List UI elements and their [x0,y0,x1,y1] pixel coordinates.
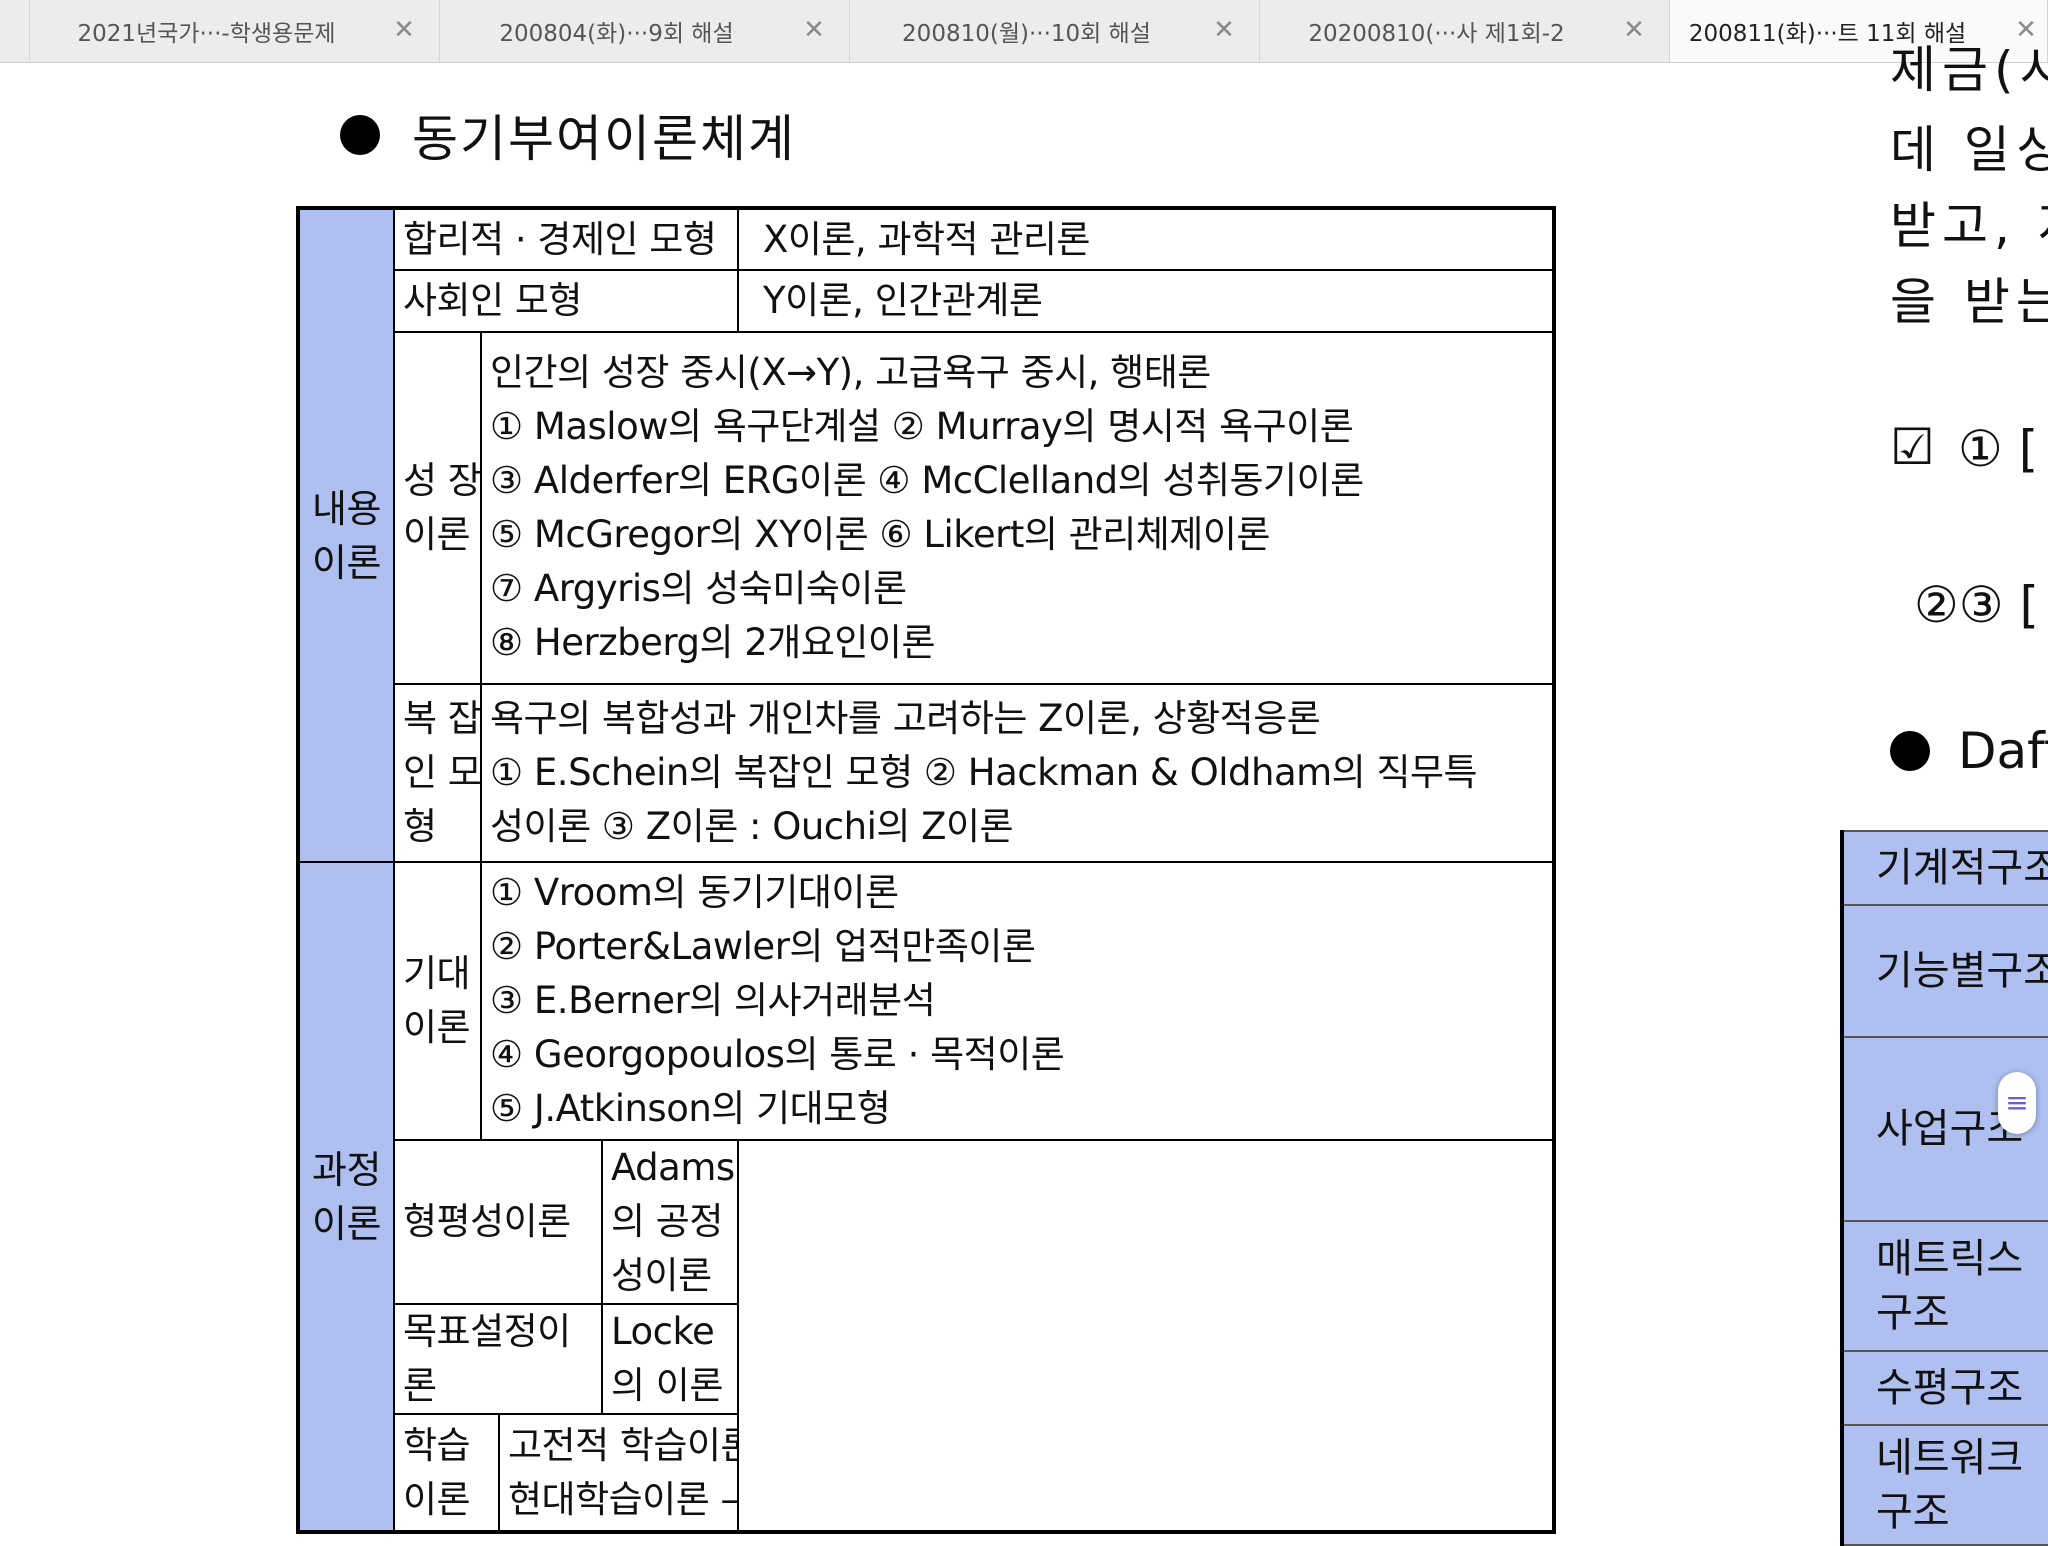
tab-title: 200810(월)···10회 해설 [902,21,1151,47]
close-icon[interactable]: ✕ [1617,12,1651,48]
motivation-theory-table: 내용 이론 합리적 · 경제인 모형 X이론, 과학적 관리론 사회인 모형 Y… [296,206,1556,1534]
tab-2[interactable]: 200804(화)···9회 해설 ✕ [440,0,850,62]
complex-model-list: 욕구의 복합성과 개인차를 고려하는 Z이론, 상황적응론 ① E.Schein… [480,683,1555,863]
learning-theory-list: 고전적 학습이론 – 조건화이론(Skinner의 강화이론) 현대학습이론 –… [498,1413,739,1533]
checkbox-icon[interactable]: ☑ [1890,418,1935,476]
right-page-line: 제금(시 [1890,41,2048,99]
goal-setting-label: 목표설정이론 [393,1303,603,1415]
structure-cell: 매트릭스 구조 [1842,1220,2048,1352]
section-heading: 동기부여이론체계 [340,100,796,170]
equity-theory-cell: Adams의 공정성이론 [601,1139,739,1305]
goal-setting-cell: Locke의 이론 [601,1303,739,1415]
close-icon[interactable]: ✕ [387,12,421,48]
right-page-line: 받고, 저 [1890,197,2048,255]
menu-handle-icon[interactable]: ≡ [1998,1072,2036,1134]
daft-heading-text: Daft [1958,722,2048,780]
structure-cell: 기계적구조 [1842,830,2048,906]
rational-economic-model: 합리적 · 경제인 모형 [393,207,739,271]
tab-bar: 2021년국가···-학생용문제 ✕ 200804(화)···9회 해설 ✕ 2… [0,0,2048,63]
complex-model-label: 복 잡 인 모 형 [393,683,482,863]
bullet-icon [340,115,380,155]
check-item-label: ① [ [1958,420,2039,478]
tab-4[interactable]: 20200810(···사 제1회-2 ✕ [1260,0,1670,62]
tab-title: 200804(화)···9회 해설 [499,21,734,47]
bullet-icon [1890,731,1930,771]
structure-cell: 기능별구조 [1842,904,2048,1038]
daft-heading: Daft [1890,722,2048,780]
expectancy-theory-list: ① Vroom의 동기기대이론 ② Porter&Lawler의 업적만족이론 … [480,861,1555,1141]
x-theory-cell: X이론, 과학적 관리론 [737,207,1555,271]
tab-edge [0,0,30,62]
daft-structure-table: 기계적구조 기능별구조 사업구조 매트릭스 구조 수평구조 네트워크 구조 [1840,830,2048,1546]
tab-title: 2021년국가···-학생용문제 [77,21,336,47]
close-icon[interactable]: ✕ [1207,12,1241,48]
close-icon[interactable]: ✕ [797,12,831,48]
tab-1[interactable]: 2021년국가···-학생용문제 ✕ [30,0,440,62]
equity-theory-label: 형평성이론 [393,1139,603,1305]
right-page-line: 을 받는 [1890,273,2048,331]
structure-cell: 수평구조 [1842,1350,2048,1426]
item-23-label: ②③ [ [1914,576,2040,634]
social-model: 사회인 모형 [393,269,739,333]
process-theory-label: 과정 이론 [297,861,395,1533]
heading-text: 동기부여이론체계 [412,110,796,168]
tab-title: 20200810(···사 제1회-2 [1308,21,1565,47]
tab-3[interactable]: 200810(월)···10회 해설 ✕ [850,0,1260,62]
structure-cell: 네트워크 구조 [1842,1424,2048,1546]
growth-theory-list: 인간의 성장 중시(X→Y), 고급욕구 중시, 행태론 ① Maslow의 욕… [480,331,1555,685]
growth-theory-label: 성 장 이론 [393,331,482,685]
expectancy-theory-label: 기대 이론 [393,861,482,1141]
y-theory-cell: Y이론, 인간관계론 [737,269,1555,333]
learning-theory-label: 학습이론 [393,1413,500,1533]
content-theory-label: 내용 이론 [297,207,395,863]
right-page-line: 데 일싱 [1890,121,2048,179]
